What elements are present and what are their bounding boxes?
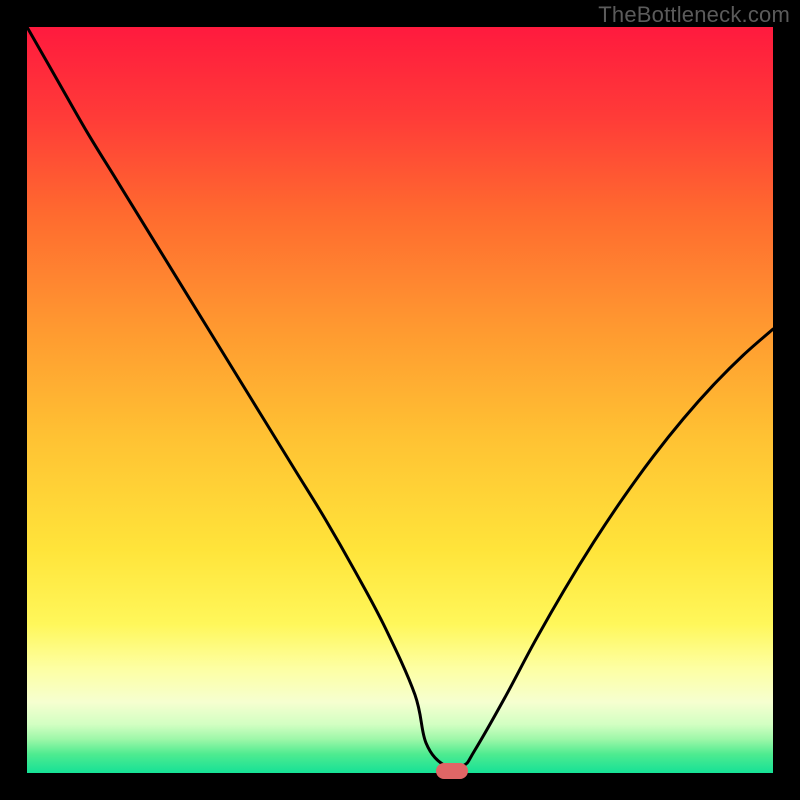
watermark-text: TheBottleneck.com (598, 2, 790, 28)
bottleneck-chart (27, 27, 773, 773)
optimal-marker (436, 763, 468, 779)
chart-frame: TheBottleneck.com (0, 0, 800, 800)
